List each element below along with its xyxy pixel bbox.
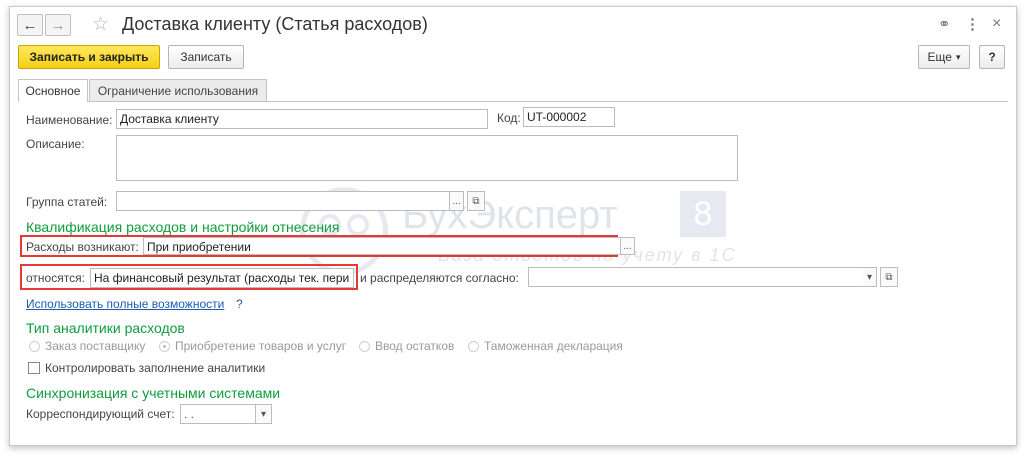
save-and-close-button[interactable]: Записать и закрыть bbox=[18, 45, 160, 69]
help-button[interactable]: ? bbox=[979, 45, 1005, 69]
full-features-link[interactable]: Использовать полные возможности bbox=[26, 297, 224, 311]
menu-icon[interactable]: ⋮ bbox=[965, 15, 980, 33]
code-field[interactable]: UT-000002 bbox=[523, 107, 615, 127]
more-button[interactable]: Еще ▾ bbox=[918, 45, 970, 69]
arise-select-button[interactable]: ... bbox=[621, 237, 635, 255]
distribute-label: и распределяются согласно: bbox=[360, 271, 519, 285]
analytics-section-title: Тип аналитики расходов bbox=[26, 320, 185, 336]
group-field[interactable] bbox=[116, 191, 450, 211]
group-open-icon[interactable]: ⧉ bbox=[467, 191, 485, 211]
arise-field[interactable]: При приобретении bbox=[143, 237, 621, 255]
radio-opening-balance[interactable] bbox=[359, 341, 370, 352]
qualification-section-title: Квалификация расходов и настройки отнесе… bbox=[26, 219, 340, 235]
radio-goods-receipt[interactable] bbox=[159, 341, 170, 352]
save-button[interactable]: Записать bbox=[168, 45, 244, 69]
window-title: Доставка клиенту (Статья расходов) bbox=[122, 14, 428, 34]
form-window: ← → ☆ Доставка клиенту (Статья расходов)… bbox=[9, 6, 1017, 446]
distribute-open-icon[interactable]: ⧉ bbox=[880, 267, 898, 287]
watermark-number: 8 bbox=[680, 191, 726, 237]
radio-goods-receipt-label: Приобретение товаров и услуг bbox=[175, 339, 347, 353]
control-analytics-label: Контролировать заполнение аналитики bbox=[45, 361, 266, 375]
account-label: Корреспондирующий счет: bbox=[26, 407, 175, 421]
tab-main[interactable]: Основное bbox=[18, 79, 88, 102]
chevron-down-icon: ▾ bbox=[955, 51, 961, 62]
forward-arrow-icon: → bbox=[50, 16, 66, 34]
help-mark-icon[interactable]: ? bbox=[236, 297, 243, 311]
star-icon[interactable]: ☆ bbox=[92, 13, 109, 36]
distribute-field[interactable] bbox=[528, 267, 864, 287]
group-label: Группа статей: bbox=[26, 195, 108, 209]
more-label: Еще bbox=[927, 50, 952, 64]
radio-supplier-order[interactable] bbox=[29, 341, 40, 352]
forward-button[interactable]: → bbox=[45, 14, 71, 36]
link-icon[interactable]: ⚭ bbox=[938, 15, 951, 33]
description-field[interactable] bbox=[116, 135, 738, 181]
account-dropdown-icon[interactable]: ▾ bbox=[256, 404, 272, 424]
relate-field[interactable]: На финансовый результат (расходы тек. пе… bbox=[90, 268, 354, 288]
radio-customs-declaration-label: Таможенная декларация bbox=[484, 339, 623, 353]
sync-section-title: Синхронизация с учетными системами bbox=[26, 385, 281, 401]
arise-label: Расходы возникают: bbox=[26, 240, 139, 254]
account-field[interactable]: . . bbox=[180, 404, 256, 424]
close-icon[interactable]: × bbox=[992, 15, 1001, 33]
radio-customs-declaration[interactable] bbox=[468, 341, 479, 352]
relate-label: относятся: bbox=[26, 271, 85, 285]
radio-supplier-order-label: Заказ поставщику bbox=[45, 339, 146, 353]
name-field[interactable]: Доставка клиенту bbox=[116, 109, 488, 129]
back-button[interactable]: ← bbox=[17, 14, 43, 36]
back-arrow-icon: ← bbox=[22, 16, 38, 34]
group-select-button[interactable]: ... bbox=[450, 191, 464, 211]
radio-opening-balance-label: Ввод остатков bbox=[375, 339, 455, 353]
tab-divider bbox=[18, 101, 1008, 102]
tab-usage-restriction[interactable]: Ограничение использования bbox=[89, 79, 267, 101]
control-analytics-checkbox[interactable] bbox=[28, 362, 40, 374]
code-label: Код: bbox=[497, 111, 521, 125]
description-label: Описание: bbox=[26, 137, 85, 151]
distribute-dropdown-icon[interactable]: ▾ bbox=[863, 267, 877, 287]
name-label: Наименование: bbox=[26, 113, 113, 127]
